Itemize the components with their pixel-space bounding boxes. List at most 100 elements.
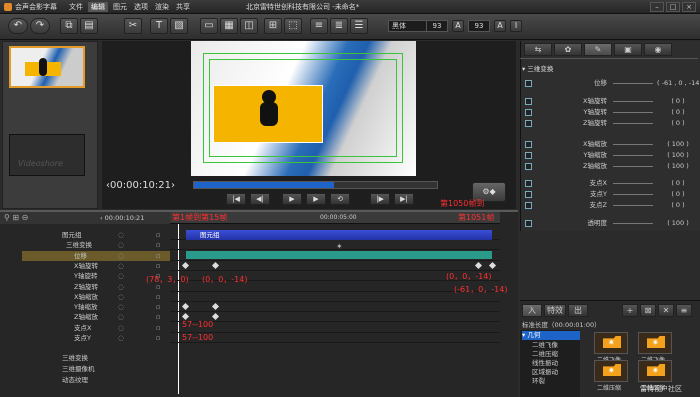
menu-options[interactable]: 选项 bbox=[131, 2, 151, 12]
group-icon[interactable]: ◫ bbox=[240, 18, 258, 34]
prop-value[interactable]: ( -61 , 0 , -14 ) bbox=[657, 78, 700, 89]
prop-row[interactable]: 透明度 ( 100 ) bbox=[523, 218, 699, 229]
lock-icon[interactable]: ▫ bbox=[156, 312, 160, 322]
prop-value[interactable]: ( 0 ) bbox=[657, 118, 699, 129]
prop-value[interactable]: ( 100 ) bbox=[657, 139, 699, 150]
track-lane[interactable] bbox=[170, 261, 500, 271]
end-button[interactable]: ▶| bbox=[394, 193, 414, 205]
keyframe-toggle-icon[interactable] bbox=[525, 202, 532, 209]
prop-slider[interactable] bbox=[613, 101, 653, 102]
template-thumb-2[interactable]: Videoshore bbox=[9, 134, 85, 176]
keyframe-toggle-icon[interactable] bbox=[525, 220, 532, 227]
track-link-icon[interactable]: ◌ bbox=[118, 302, 124, 312]
align-center-icon[interactable]: ≣ bbox=[330, 18, 348, 34]
lock-icon[interactable]: ▫ bbox=[156, 333, 160, 343]
font-size-field[interactable]: 93 bbox=[426, 20, 448, 32]
prop-row[interactable]: Z轴旋转 ( 0 ) bbox=[523, 118, 699, 129]
prop-slider[interactable] bbox=[613, 183, 653, 184]
prop-value[interactable]: ( 0 ) bbox=[657, 178, 699, 189]
font-size-field-2[interactable]: 93 bbox=[468, 20, 490, 32]
prop-row[interactable]: 支点X ( 0 ) bbox=[523, 178, 699, 189]
italic-icon[interactable]: I bbox=[510, 20, 522, 32]
menu-shape[interactable]: 图元 bbox=[110, 2, 130, 12]
undo-icon[interactable]: ↶ bbox=[8, 18, 28, 34]
timeline-track[interactable]: 支点X ◌ ▫ bbox=[22, 323, 170, 333]
prop-row[interactable]: Z轴缩放 ( 100 ) bbox=[523, 161, 699, 172]
effect-category-item[interactable]: 线性振动 bbox=[522, 359, 580, 368]
prop-value[interactable]: ( 0 ) bbox=[657, 189, 699, 200]
grid-icon[interactable]: ⊞ bbox=[264, 18, 282, 34]
track-lane[interactable] bbox=[170, 333, 500, 343]
keyframe-toggle-icon[interactable] bbox=[525, 141, 532, 148]
keyframe-toggle-icon[interactable] bbox=[525, 120, 532, 127]
timeline-track[interactable]: 支点Y ◌ ▫ bbox=[22, 333, 170, 343]
maximize-icon[interactable]: □ bbox=[666, 2, 680, 12]
lock-icon[interactable]: ▫ bbox=[156, 302, 160, 312]
effect-preset[interactable]: ✷二维飞像 bbox=[638, 332, 672, 364]
cut-icon[interactable]: ✂ bbox=[124, 18, 142, 34]
track-link-icon[interactable]: ◌ bbox=[118, 230, 124, 240]
redo-icon[interactable]: ↷ bbox=[30, 18, 50, 34]
text-icon[interactable]: T bbox=[150, 18, 168, 34]
effect-preset[interactable]: ✷ 二维压缩 bbox=[594, 360, 628, 392]
track-link-icon[interactable]: ◌ bbox=[118, 261, 124, 271]
effect-preset[interactable]: ✷ 二维压缩 bbox=[638, 360, 672, 392]
align-right-icon[interactable]: ☰ bbox=[350, 18, 368, 34]
keyframe-toggle-icon[interactable] bbox=[525, 80, 532, 87]
prop-slider[interactable] bbox=[613, 223, 653, 224]
keyframe-toggle-icon[interactable] bbox=[525, 180, 532, 187]
prop-value[interactable]: ( 0 ) bbox=[657, 107, 699, 118]
track-lane[interactable] bbox=[170, 292, 500, 302]
next-button[interactable]: |▶ bbox=[370, 193, 390, 205]
timeline-tools-icon[interactable]: ⚲ ⊞ ⊖ bbox=[4, 213, 64, 223]
loop-button[interactable]: ⟲ bbox=[330, 193, 350, 205]
minimize-icon[interactable]: – bbox=[650, 2, 664, 12]
lock-icon[interactable]: ▫ bbox=[156, 240, 160, 250]
close-panel-icon[interactable]: ✕ bbox=[658, 304, 674, 317]
props-group-header[interactable]: ▾ 三维变换 bbox=[522, 64, 698, 74]
track-lane[interactable] bbox=[170, 302, 500, 313]
image-icon[interactable]: ▧ bbox=[170, 18, 188, 34]
prop-slider[interactable] bbox=[613, 194, 653, 195]
track-link-icon[interactable]: ◌ bbox=[118, 312, 124, 322]
prop-slider[interactable] bbox=[613, 155, 653, 156]
clip-3d-transform[interactable] bbox=[186, 251, 492, 259]
prop-row[interactable]: 支点Y ( 0 ) bbox=[523, 189, 699, 200]
lock-icon[interactable]: ▫ bbox=[156, 261, 160, 271]
prop-row[interactable]: Y轴缩放 ( 100 ) bbox=[523, 150, 699, 161]
timeline-track[interactable]: Y轴缩放 ◌ ▫ bbox=[22, 302, 170, 312]
timeline-track[interactable]: 动态纹理 bbox=[22, 375, 170, 385]
keyframe-toggle-icon[interactable] bbox=[525, 191, 532, 198]
track-lane[interactable] bbox=[170, 323, 500, 333]
layer-icon[interactable]: ▦ bbox=[220, 18, 238, 34]
tab-motion-icon[interactable]: ✎ bbox=[584, 43, 612, 56]
timeline-track[interactable]: 位移 ◌ ▫ bbox=[22, 250, 170, 261]
align-left-icon[interactable]: ≡ bbox=[310, 18, 328, 34]
align-icon[interactable]: ▭ bbox=[200, 18, 218, 34]
effect-category-item[interactable]: 环裂 bbox=[522, 377, 580, 386]
timeline-track[interactable]: Z轴缩放 ◌ ▫ bbox=[22, 312, 170, 322]
prop-slider[interactable] bbox=[613, 205, 653, 206]
list-view-icon[interactable]: ≡ bbox=[676, 304, 692, 317]
delete-icon[interactable]: ⊠ bbox=[640, 304, 656, 317]
clip-shape-group[interactable]: 图元组 bbox=[186, 230, 492, 240]
prop-value[interactable]: ( 100 ) bbox=[657, 218, 699, 229]
menu-edit[interactable]: 编辑 bbox=[88, 2, 108, 12]
preview-canvas[interactable] bbox=[191, 41, 416, 176]
timeline-track[interactable]: 三维变换 bbox=[22, 353, 170, 363]
prop-slider[interactable] bbox=[613, 83, 653, 84]
menu-file[interactable]: 文件 bbox=[66, 2, 86, 12]
prop-slider[interactable] bbox=[613, 123, 653, 124]
lock-icon[interactable]: ▫ bbox=[156, 292, 160, 302]
tab-light-icon[interactable]: ▣ bbox=[614, 43, 642, 56]
play-all-button[interactable]: ▶ bbox=[306, 193, 326, 205]
timeline-track[interactable]: X轴旋转 ◌ ▫ bbox=[22, 261, 170, 271]
track-link-icon[interactable]: ◌ bbox=[118, 323, 124, 333]
timeline-track[interactable]: 三维摄像机 bbox=[22, 364, 170, 374]
tab-in[interactable]: 入 bbox=[522, 304, 542, 317]
prop-slider[interactable] bbox=[613, 112, 653, 113]
track-link-icon[interactable]: ◌ bbox=[118, 292, 124, 302]
preview-scrubber[interactable] bbox=[193, 181, 438, 189]
copy-icon[interactable]: ⧉ bbox=[60, 18, 78, 34]
track-link-icon[interactable]: ◌ bbox=[118, 251, 124, 261]
